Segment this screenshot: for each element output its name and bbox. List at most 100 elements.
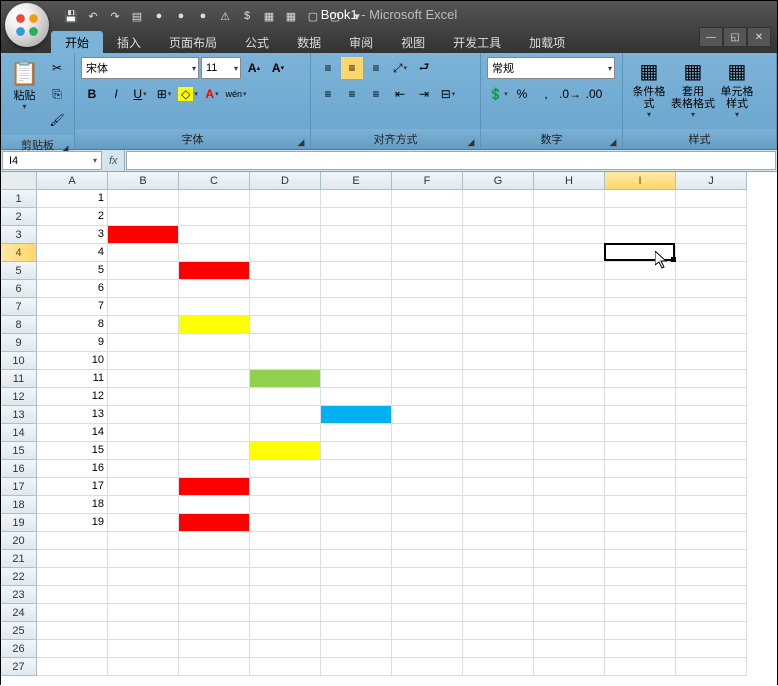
cell[interactable] bbox=[392, 586, 463, 604]
cell[interactable] bbox=[534, 442, 605, 460]
cell[interactable] bbox=[250, 640, 321, 658]
row-header[interactable]: 1 bbox=[1, 190, 37, 208]
cell[interactable] bbox=[108, 352, 179, 370]
align-bottom-button[interactable]: ≡ bbox=[365, 57, 387, 79]
cell[interactable] bbox=[676, 244, 747, 262]
indent-decrease-button[interactable]: ⇤ bbox=[389, 83, 411, 105]
row-header[interactable]: 24 bbox=[1, 604, 37, 622]
cell[interactable] bbox=[250, 586, 321, 604]
cell[interactable] bbox=[108, 532, 179, 550]
cell[interactable] bbox=[676, 532, 747, 550]
cell[interactable] bbox=[321, 622, 392, 640]
cell[interactable] bbox=[605, 352, 676, 370]
cell[interactable] bbox=[605, 388, 676, 406]
cell[interactable]: 11 bbox=[37, 370, 108, 388]
cell[interactable] bbox=[463, 514, 534, 532]
cell[interactable]: 7 bbox=[37, 298, 108, 316]
column-header[interactable]: I bbox=[605, 172, 676, 190]
cell[interactable] bbox=[605, 532, 676, 550]
column-header[interactable]: C bbox=[179, 172, 250, 190]
cell[interactable]: 1 bbox=[37, 190, 108, 208]
cell[interactable] bbox=[250, 262, 321, 280]
shrink-font-button[interactable]: A▾ bbox=[267, 57, 289, 79]
qat-icon[interactable]: ⚠ bbox=[217, 8, 233, 24]
currency-button[interactable]: 💲▾ bbox=[487, 83, 509, 105]
cell[interactable]: 8 bbox=[37, 316, 108, 334]
cell[interactable]: 5 bbox=[37, 262, 108, 280]
cell[interactable] bbox=[321, 640, 392, 658]
cell[interactable] bbox=[463, 586, 534, 604]
cell[interactable] bbox=[179, 658, 250, 676]
cell[interactable] bbox=[250, 478, 321, 496]
cell[interactable] bbox=[321, 532, 392, 550]
cell[interactable] bbox=[676, 370, 747, 388]
cell[interactable] bbox=[108, 370, 179, 388]
cell[interactable] bbox=[321, 334, 392, 352]
row-header[interactable]: 8 bbox=[1, 316, 37, 334]
cell[interactable] bbox=[321, 658, 392, 676]
office-button[interactable] bbox=[5, 3, 49, 47]
font-name-combo[interactable]: 宋体▾ bbox=[81, 57, 199, 79]
qat-icon[interactable]: $ bbox=[239, 8, 255, 24]
font-size-combo[interactable]: 11▾ bbox=[201, 57, 241, 79]
cell[interactable] bbox=[179, 496, 250, 514]
cell[interactable] bbox=[463, 550, 534, 568]
cell[interactable] bbox=[321, 478, 392, 496]
cell[interactable] bbox=[392, 352, 463, 370]
cell[interactable] bbox=[676, 568, 747, 586]
indent-increase-button[interactable]: ⇥ bbox=[413, 83, 435, 105]
cell[interactable] bbox=[321, 568, 392, 586]
cell[interactable] bbox=[250, 442, 321, 460]
cell[interactable]: 12 bbox=[37, 388, 108, 406]
cell[interactable] bbox=[321, 424, 392, 442]
column-header[interactable]: E bbox=[321, 172, 392, 190]
cell[interactable] bbox=[534, 208, 605, 226]
cell[interactable] bbox=[179, 568, 250, 586]
qat-icon[interactable]: ▦ bbox=[283, 8, 299, 24]
cell[interactable] bbox=[392, 442, 463, 460]
cell[interactable] bbox=[321, 514, 392, 532]
cell[interactable] bbox=[392, 370, 463, 388]
cell[interactable] bbox=[392, 532, 463, 550]
font-color-button[interactable]: A▾ bbox=[201, 83, 223, 105]
cell[interactable] bbox=[108, 442, 179, 460]
cell[interactable] bbox=[605, 244, 676, 262]
cell[interactable] bbox=[463, 460, 534, 478]
cell[interactable] bbox=[250, 280, 321, 298]
cell[interactable] bbox=[179, 244, 250, 262]
cell[interactable] bbox=[179, 640, 250, 658]
cell[interactable] bbox=[392, 280, 463, 298]
cell[interactable] bbox=[37, 622, 108, 640]
cell[interactable] bbox=[392, 244, 463, 262]
cell[interactable]: 4 bbox=[37, 244, 108, 262]
cell[interactable] bbox=[108, 604, 179, 622]
cell[interactable] bbox=[250, 622, 321, 640]
cell[interactable] bbox=[108, 334, 179, 352]
minimize-button[interactable]: — bbox=[699, 27, 723, 47]
qat-icon[interactable]: ▦ bbox=[261, 8, 277, 24]
cell[interactable] bbox=[676, 208, 747, 226]
cell[interactable] bbox=[676, 298, 747, 316]
cell[interactable] bbox=[534, 532, 605, 550]
cell[interactable]: 16 bbox=[37, 460, 108, 478]
qat-redo-icon[interactable]: ↷ bbox=[107, 8, 123, 24]
ribbon-tab[interactable]: 开始 bbox=[51, 31, 103, 53]
cell[interactable] bbox=[321, 226, 392, 244]
cell[interactable] bbox=[676, 406, 747, 424]
row-header[interactable]: 11 bbox=[1, 370, 37, 388]
dialog-launcher[interactable]: ◢ bbox=[608, 137, 618, 147]
cell[interactable] bbox=[534, 244, 605, 262]
cell[interactable] bbox=[321, 190, 392, 208]
cell[interactable] bbox=[108, 496, 179, 514]
cell[interactable] bbox=[605, 316, 676, 334]
row-header[interactable]: 22 bbox=[1, 568, 37, 586]
cell[interactable] bbox=[108, 478, 179, 496]
cell[interactable] bbox=[250, 352, 321, 370]
cell[interactable] bbox=[108, 262, 179, 280]
cell[interactable] bbox=[250, 496, 321, 514]
cell[interactable] bbox=[392, 640, 463, 658]
cell[interactable] bbox=[250, 568, 321, 586]
cell[interactable] bbox=[179, 190, 250, 208]
cell[interactable] bbox=[321, 208, 392, 226]
select-all-button[interactable] bbox=[1, 172, 37, 190]
